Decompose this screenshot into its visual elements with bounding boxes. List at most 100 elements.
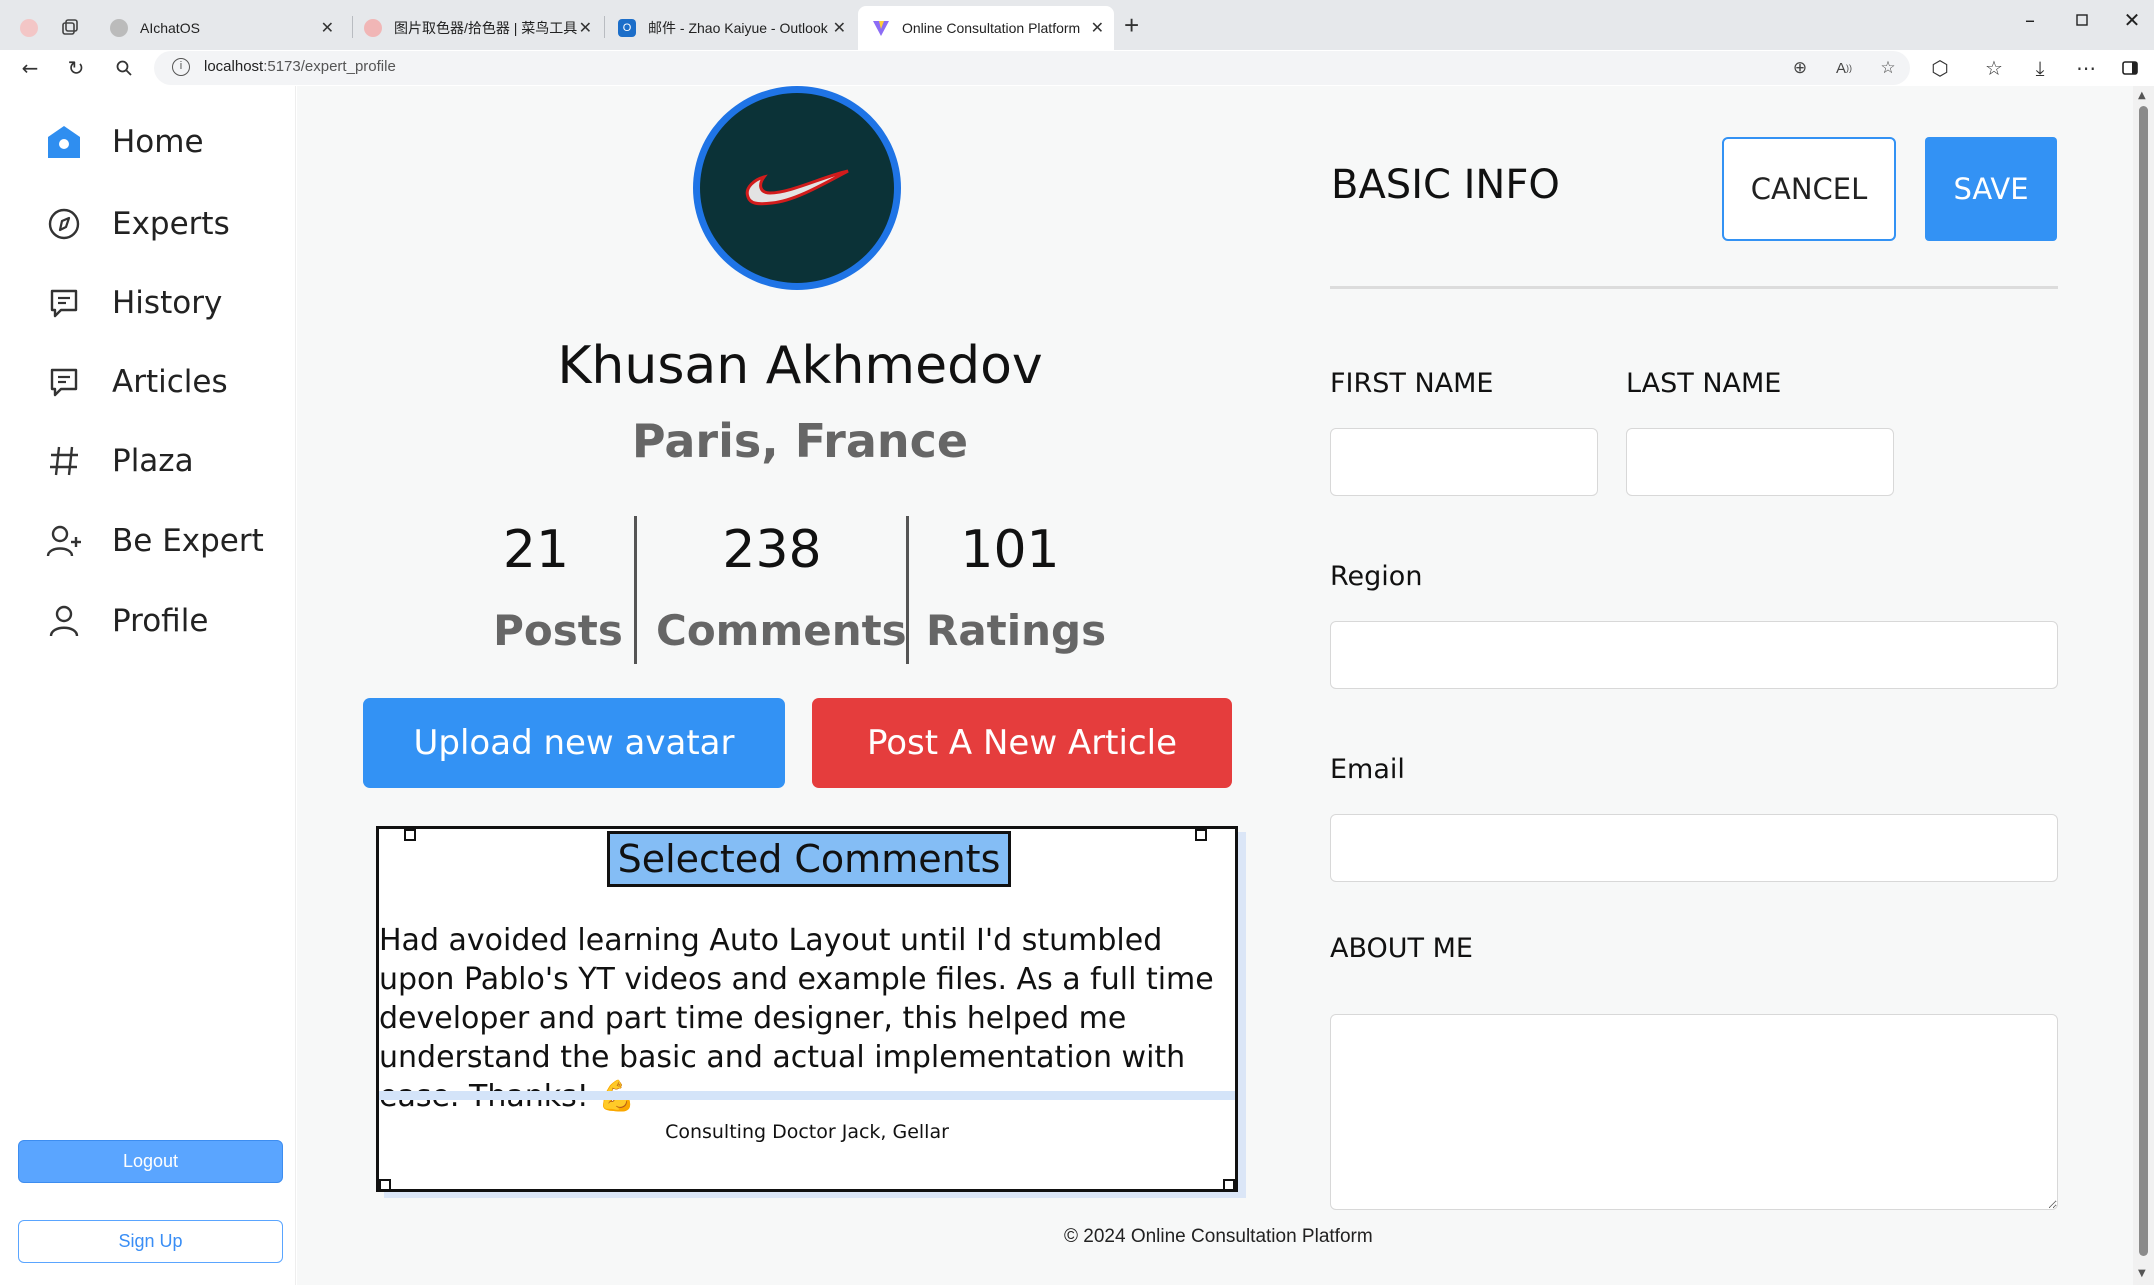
tab-aichatos[interactable]: AIchatOS ✕ [96, 6, 344, 50]
last-name-field[interactable] [1626, 428, 1894, 496]
compass-icon [44, 204, 84, 244]
app-sidebar: Home Experts History Articles Plaza Be E… [0, 86, 296, 1285]
tab-title: Online Consultation Platform [902, 20, 1081, 36]
about-me-textarea[interactable] [1330, 1014, 2058, 1210]
extensions-icon[interactable]: ⬡ [1926, 54, 1954, 82]
comments-count: 238 [722, 520, 822, 580]
save-button[interactable]: SAVE [1925, 137, 2057, 241]
favorites-icon[interactable]: ☆ [1980, 54, 2008, 82]
sidebar-item-label: History [112, 285, 223, 321]
search-icon[interactable] [110, 54, 138, 82]
post-article-button[interactable]: Post A New Article [812, 698, 1232, 788]
favorite-star-icon[interactable]: ☆ [1878, 58, 1898, 78]
runoob-favicon-icon [364, 19, 382, 37]
stat-divider [634, 516, 637, 664]
workspaces-icon[interactable] [52, 6, 92, 50]
resize-handle[interactable] [1223, 1179, 1235, 1191]
resize-handle[interactable] [379, 1179, 391, 1191]
sidebar-item-profile[interactable]: Profile [44, 596, 208, 646]
tab-color-picker[interactable]: 图片取色器/拾色器 | 菜鸟工具 ✕ [350, 6, 602, 50]
tab-online-consultation[interactable]: Online Consultation Platform ✕ [858, 6, 1114, 50]
sign-up-button[interactable]: Sign Up [18, 1220, 283, 1263]
resize-handle[interactable] [404, 829, 416, 841]
resize-handle[interactable] [1195, 829, 1207, 841]
aichatos-favicon-icon [110, 19, 128, 37]
chat-icon [44, 283, 84, 323]
home-icon [44, 122, 84, 162]
tab-outlook[interactable]: O 邮件 - Zhao Kaiyue - Outlook ✕ [604, 6, 856, 50]
browser-tab-bar: AIchatOS ✕ 图片取色器/拾色器 | 菜鸟工具 ✕ O 邮件 - Zha… [0, 0, 2154, 50]
sidebar-item-label: Home [112, 124, 204, 160]
outlook-favicon-icon: O [618, 19, 636, 37]
sidebar-item-be-expert[interactable]: Be Expert [44, 516, 264, 566]
sidebar-item-plaza[interactable]: Plaza [44, 436, 194, 486]
posts-label: Posts [493, 606, 623, 655]
comment-divider [379, 1091, 1235, 1100]
minimize-icon[interactable]: – [2002, 0, 2058, 40]
sidebar-item-label: Plaza [112, 443, 194, 479]
sidebar-item-label: Profile [112, 603, 209, 639]
sidebar-item-history[interactable]: History [44, 278, 222, 328]
zoom-icon[interactable]: ⊕ [1790, 58, 1810, 78]
sidebar-item-articles[interactable]: Articles [44, 357, 228, 407]
last-name-label: LAST NAME [1626, 368, 1782, 399]
comments-label: Comments [656, 606, 907, 655]
browser-toolbar: ← ↻ i localhost:5173/expert_profile ⊕ A)… [0, 50, 2154, 86]
more-menu-icon[interactable]: ⋯ [2072, 54, 2100, 82]
stat-divider [906, 516, 909, 664]
chat-icon [44, 362, 84, 402]
comment-text: Had avoided learning Auto Layout until I… [379, 923, 1214, 1114]
close-tab-icon[interactable]: ✕ [833, 18, 846, 38]
url-text[interactable]: localhost:5173/expert_profile [204, 58, 396, 75]
about-me-label: ABOUT ME [1330, 933, 1473, 964]
upload-avatar-button[interactable]: Upload new avatar [363, 698, 785, 788]
posts-count: 21 [502, 520, 570, 580]
region-label: Region [1330, 561, 1423, 592]
nike-swoosh-icon [745, 169, 849, 206]
close-tab-icon[interactable]: ✕ [1091, 18, 1104, 38]
browser-profile-icon[interactable] [14, 6, 50, 50]
refresh-icon[interactable]: ↻ [62, 54, 90, 82]
scrollbar-thumb[interactable] [2139, 106, 2148, 1256]
sidebar-item-label: Experts [112, 206, 230, 242]
profile-location: Paris, France [631, 414, 969, 468]
footer-copyright: © 2024 Online Consultation Platform [1064, 1226, 1373, 1247]
tab-title: 图片取色器/拾色器 | 菜鸟工具 [394, 20, 578, 36]
close-tab-icon[interactable]: ✕ [579, 18, 592, 38]
basic-info-title: BASIC INFO [1331, 162, 1560, 208]
close-tab-icon[interactable]: ✕ [321, 18, 334, 38]
close-window-icon[interactable]: ✕ [2104, 0, 2154, 40]
selected-comments-title: Selected Comments [607, 831, 1011, 887]
cancel-button[interactable]: CANCEL [1722, 137, 1896, 241]
new-tab-icon[interactable]: + [1124, 10, 1139, 41]
avatar [693, 86, 901, 290]
page-scrollbar[interactable]: ▲ ▼ [2133, 86, 2154, 1285]
logout-button[interactable]: Logout [18, 1140, 283, 1183]
email-field[interactable] [1330, 814, 2058, 882]
selected-comments-card: Selected Comments Had avoided learning A… [376, 826, 1238, 1192]
back-icon[interactable]: ← [16, 54, 44, 82]
tab-title: 邮件 - Zhao Kaiyue - Outlook [648, 20, 828, 36]
address-bar[interactable]: i localhost:5173/expert_profile ⊕ A)) ☆ [154, 51, 1910, 85]
ratings-count: 101 [960, 520, 1060, 580]
downloads-icon[interactable]: ⤓ [2026, 54, 2054, 82]
maximize-icon[interactable] [2054, 0, 2110, 40]
profile-name: Khusan Akhmedov [557, 336, 1043, 396]
ratings-label: Ratings [926, 606, 1107, 655]
comment-author: Consulting Doctor Jack, Gellar [665, 1121, 949, 1143]
user-add-icon [44, 521, 84, 561]
sidebar-item-home[interactable]: Home [44, 117, 204, 167]
sidebar-toggle-icon[interactable] [2116, 54, 2144, 82]
user-icon [44, 601, 84, 641]
sidebar-item-label: Be Expert [112, 523, 264, 559]
site-info-icon[interactable]: i [172, 58, 190, 76]
sidebar-item-experts[interactable]: Experts [44, 199, 230, 249]
email-label: Email [1330, 754, 1405, 785]
tab-title: AIchatOS [140, 20, 200, 36]
read-aloud-icon[interactable]: A)) [1834, 58, 1854, 78]
first-name-field[interactable] [1330, 428, 1598, 496]
hash-icon [44, 441, 84, 481]
region-field[interactable] [1330, 621, 2058, 689]
section-divider [1330, 286, 2058, 289]
first-name-label: FIRST NAME [1330, 368, 1494, 399]
